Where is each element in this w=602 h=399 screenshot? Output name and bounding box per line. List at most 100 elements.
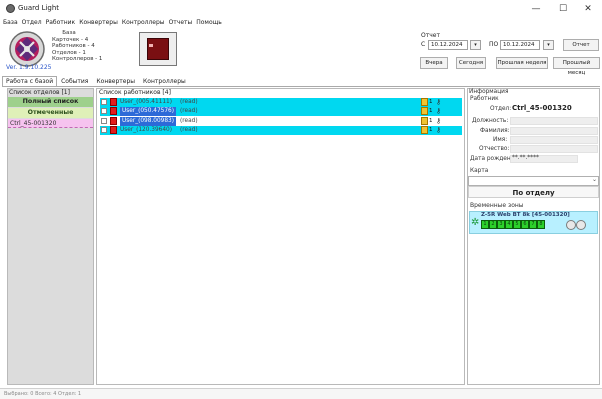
red-status-icon <box>110 98 117 106</box>
worker-row[interactable]: User_(050.47576) (read) 1 ⚷ <box>100 107 462 116</box>
menu-bar: База Отдел Работник Конвертеры Контролле… <box>3 19 222 28</box>
to-date-picker-button[interactable]: ▾ <box>543 40 554 50</box>
key-icon: ⚷ <box>436 107 442 115</box>
time-zone-cell[interactable]: 6 <box>521 220 529 229</box>
menu-department[interactable]: Отдел <box>22 19 42 28</box>
worker-row[interactable]: User_(098.00983) (read) 1 ⚷ <box>100 117 462 126</box>
today-button[interactable]: Сегодня <box>456 57 486 69</box>
workers-count: Работников - 4 <box>52 43 95 50</box>
menu-help[interactable]: Помощь <box>196 19 222 28</box>
worker-name: User_(098.00983) <box>120 117 176 126</box>
chevron-down-icon[interactable]: ⌄ <box>592 176 597 183</box>
dept-label: Отдел: <box>490 106 512 112</box>
worker-name: User_(120.39640) <box>120 127 172 133</box>
red-status-icon <box>110 126 117 134</box>
time-zone-cell[interactable]: 5 <box>513 220 521 229</box>
menu-database[interactable]: База <box>3 19 18 28</box>
red-status-icon <box>110 107 117 115</box>
row-checkbox[interactable] <box>101 99 107 105</box>
guard-logo-icon <box>9 31 45 67</box>
row-checkbox[interactable] <box>101 118 107 124</box>
minimize-button[interactable]: — <box>526 2 546 16</box>
worker-access: (read) <box>180 118 198 124</box>
to-label: ПО <box>489 41 499 48</box>
cards-count: Карточек - 4 <box>52 36 89 43</box>
patronymic-field[interactable] <box>510 145 598 153</box>
window-title: Guard Light <box>18 4 60 12</box>
yesterday-button[interactable]: Вчера <box>420 57 448 69</box>
from-date-field[interactable]: 10.12.2024 <box>428 40 468 50</box>
controller-device-icon[interactable] <box>139 32 177 66</box>
worker-access: (read) <box>180 127 198 133</box>
report-button[interactable]: Отчет <box>563 39 599 51</box>
row-checkbox[interactable] <box>101 127 107 133</box>
menu-controllers[interactable]: Контроллеры <box>122 19 165 28</box>
key-icon: ⚷ <box>436 117 442 125</box>
worker-access: (read) <box>180 108 198 114</box>
gear-icon: ✲ <box>471 217 480 228</box>
controllers-count: Контроллеров - 1 <box>52 56 103 63</box>
card-count: 1 <box>429 108 433 114</box>
app-icon <box>6 4 15 13</box>
last-week-button[interactable]: Прошлая неделя <box>496 57 548 69</box>
to-date-field[interactable]: 10.12.2024 <box>500 40 540 50</box>
time-zone-cell[interactable]: 3 <box>497 220 505 229</box>
position-label: Должность: <box>472 118 509 124</box>
toggle-circle-icon[interactable] <box>566 220 576 230</box>
report-label: Отчет <box>421 32 440 39</box>
menu-worker[interactable]: Работник <box>46 19 76 28</box>
from-label: С <box>421 41 426 48</box>
dept-value: Ctrl_45-001320 <box>512 104 572 112</box>
time-zones-label: Временные зоны <box>470 202 524 209</box>
worker-row[interactable]: User_(005.41111) (read) 1 ⚷ <box>100 98 462 107</box>
tab-divider <box>2 86 600 87</box>
firstname-field[interactable] <box>510 136 598 144</box>
workers-panel-title: Список работников [4] <box>99 89 171 96</box>
time-zone-name: Z-5R Web BT 8k [45-001320] <box>481 212 570 218</box>
worker-row[interactable]: User_(120.39640) (read) 1 ⚷ <box>100 126 462 135</box>
patronymic-label: Отчество: <box>479 146 510 152</box>
card-select[interactable] <box>468 176 599 186</box>
status-bar: Выбрано: 0 Всего: 4 Отдел: 1 <box>0 388 602 399</box>
red-status-icon <box>110 117 117 125</box>
maximize-button[interactable]: ☐ <box>553 2 573 16</box>
key-icon: ⚷ <box>436 98 442 106</box>
time-zone-cell[interactable]: 8 <box>537 220 545 229</box>
row-checkbox[interactable] <box>101 108 107 114</box>
birthdate-value: **.**.**** <box>512 155 539 161</box>
by-department-button[interactable]: По отделу <box>468 186 599 198</box>
marked-list-button[interactable]: Отмеченные <box>8 108 93 118</box>
time-zone-cell[interactable]: 7 <box>529 220 537 229</box>
position-field[interactable] <box>510 117 598 125</box>
close-button[interactable]: ✕ <box>578 2 598 16</box>
from-date-picker-button[interactable]: ▾ <box>470 40 481 50</box>
full-list-button[interactable]: Полный список <box>8 97 93 107</box>
time-zone-toggles <box>566 220 586 230</box>
lock-icon <box>421 98 428 106</box>
menu-converters[interactable]: Конвертеры <box>79 19 118 28</box>
firstname-label: Имя: <box>493 137 508 143</box>
time-zone-cell[interactable]: 4 <box>505 220 513 229</box>
card-count: 1 <box>429 118 433 124</box>
version-label: Ver. 1.9.10.225 <box>6 64 52 71</box>
departments-count: Отделов - 1 <box>52 49 86 56</box>
card-count: 1 <box>429 99 433 105</box>
department-item[interactable]: Ctrl_45-001320 <box>8 119 93 128</box>
card-label: Карта <box>470 168 489 174</box>
lastname-label: Фамилия: <box>480 128 510 134</box>
lock-icon <box>421 117 428 125</box>
key-icon: ⚷ <box>436 126 442 134</box>
lastname-field[interactable] <box>510 127 598 135</box>
card-count: 1 <box>429 127 433 133</box>
title-bar: Guard Light — ☐ ✕ <box>0 0 602 19</box>
time-zone-cell[interactable]: 2 <box>489 220 497 229</box>
info-panel-title: Информация <box>469 89 509 95</box>
toggle-circle-icon[interactable] <box>576 220 586 230</box>
time-zone-cell[interactable]: 1 <box>481 220 489 229</box>
worker-name: User_(050.47576) <box>120 107 176 116</box>
lock-icon <box>421 107 428 115</box>
worker-access: (read) <box>180 99 198 105</box>
last-month-button[interactable]: Прошлый месяц <box>553 57 600 76</box>
lock-icon <box>421 126 428 134</box>
menu-reports[interactable]: Отчеты <box>169 19 193 28</box>
